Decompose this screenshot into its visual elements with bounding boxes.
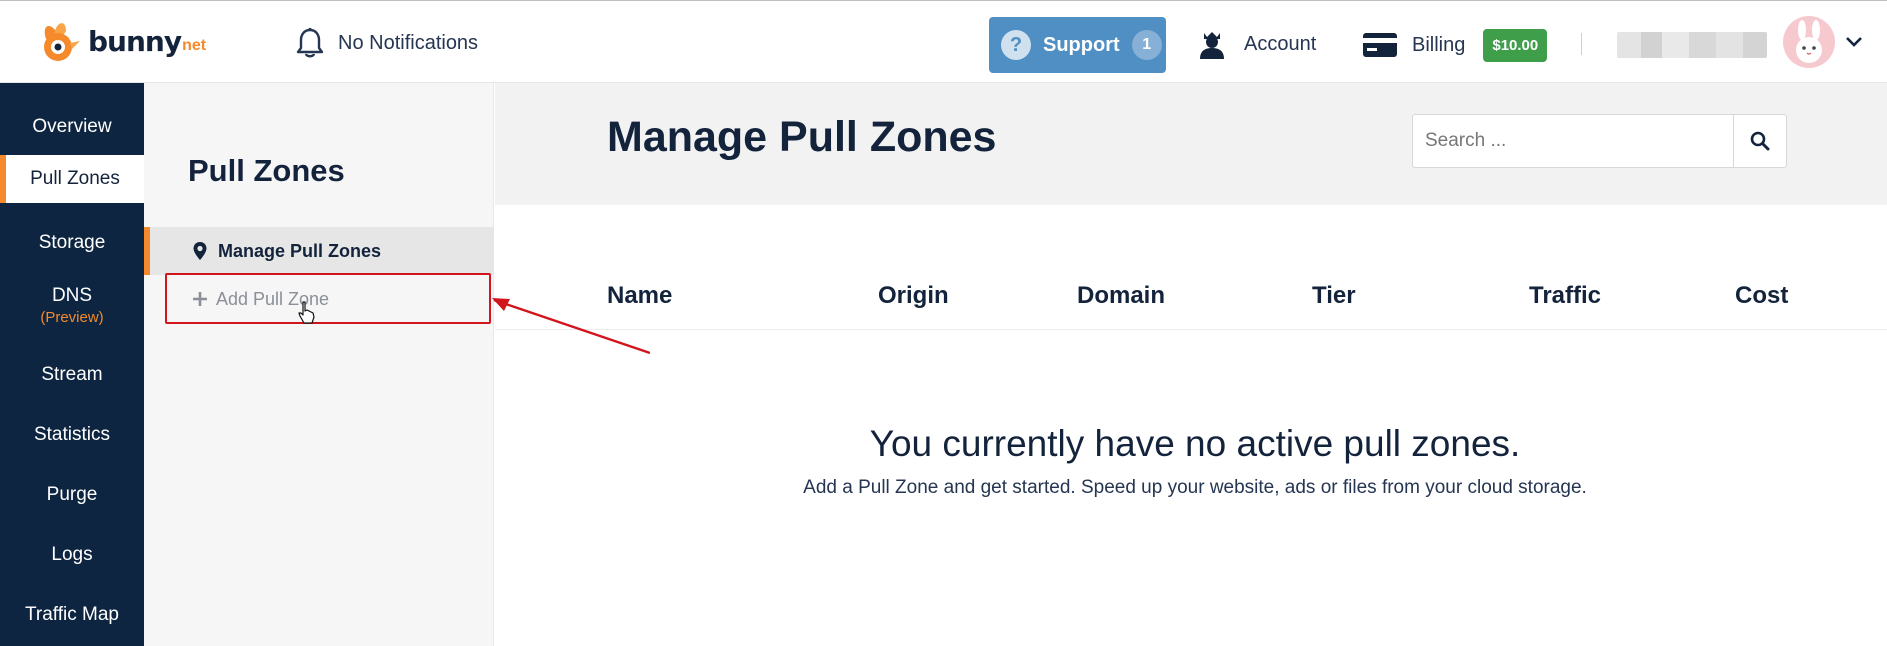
nav-item-dns[interactable]: DNS (Preview) <box>0 286 144 332</box>
search-button[interactable] <box>1733 115 1786 167</box>
support-button[interactable]: ? Support 1 <box>989 17 1166 73</box>
column-header-traffic[interactable]: Traffic <box>1529 282 1601 310</box>
topbar-divider <box>1581 33 1582 55</box>
empty-state-subtitle: Add a Pull Zone and get started. Speed u… <box>803 477 1587 498</box>
user-icon <box>1200 32 1224 59</box>
chevron-down-icon[interactable] <box>1844 35 1864 49</box>
hand-cursor-icon <box>298 301 315 324</box>
support-label: Support <box>1043 33 1120 56</box>
nav-item-stream[interactable]: Stream <box>0 355 144 395</box>
annotation-arrow <box>492 298 650 355</box>
subnav-item-manage-pull-zones[interactable]: Manage Pull Zones <box>144 227 494 275</box>
account-label: Account <box>1244 32 1317 55</box>
logo-text: bunny <box>88 24 182 58</box>
pull-zones-table-header: Name Origin Domain Tier Traffic Cost <box>495 270 1887 330</box>
nav-item-overview[interactable]: Overview <box>0 107 144 147</box>
logo-tld: net <box>182 37 207 54</box>
nav-item-statistics[interactable]: Statistics <box>0 415 144 455</box>
billing-balance-badge: $10.00 <box>1483 28 1548 62</box>
annotation-highlight-box <box>165 273 491 324</box>
main-header: Manage Pull Zones <box>495 83 1887 205</box>
subnav-item-label: Manage Pull Zones <box>218 240 382 261</box>
search-box <box>1412 114 1787 168</box>
search-icon <box>1750 131 1770 151</box>
notifications-label: No Notifications <box>338 31 479 54</box>
account-button[interactable]: Account <box>1198 25 1316 63</box>
bell-icon <box>296 27 324 58</box>
notifications-button[interactable]: No Notifications <box>296 25 478 61</box>
nav-item-storage[interactable]: Storage <box>0 223 144 263</box>
username-redacted[interactable] <box>1617 32 1767 58</box>
empty-state-title: You currently have no active pull zones. <box>869 423 1521 464</box>
nav-item-dns-label: DNS <box>51 285 93 306</box>
credit-card-icon <box>1363 33 1397 57</box>
main-sidebar: Overview Pull Zones Storage DNS (Preview… <box>0 83 144 646</box>
avatar[interactable] <box>1783 16 1835 68</box>
bunny-avatar-icon <box>1796 20 1822 63</box>
nav-item-dns-preview: (Preview) <box>40 309 104 326</box>
column-header-cost[interactable]: Cost <box>1735 282 1788 310</box>
pull-zones-sidebar: Pull Zones Manage Pull Zones Add Pull Zo… <box>144 83 494 646</box>
billing-label: Billing <box>1412 33 1466 56</box>
nav-item-traffic-map[interactable]: Traffic Map <box>0 595 144 635</box>
page-title: Manage Pull Zones <box>607 113 997 161</box>
bunny-logo[interactable]: bunny net <box>36 15 206 67</box>
subnav-title: Pull Zones <box>188 153 345 188</box>
column-header-origin[interactable]: Origin <box>878 282 949 310</box>
nav-item-pull-zones[interactable]: Pull Zones <box>0 155 144 203</box>
map-marker-icon <box>193 242 207 260</box>
column-header-tier[interactable]: Tier <box>1312 282 1356 310</box>
bunny-logo-icon <box>44 23 80 61</box>
billing-button[interactable]: Billing $10.00 <box>1362 25 1548 65</box>
support-count-badge: 1 <box>1131 30 1162 60</box>
search-input[interactable] <box>1413 115 1733 167</box>
column-header-domain[interactable]: Domain <box>1077 282 1165 310</box>
top-bar: bunny net No Notifications ? Support 1 A… <box>0 0 1887 83</box>
nav-item-logs[interactable]: Logs <box>0 535 144 575</box>
nav-item-purge[interactable]: Purge <box>0 475 144 515</box>
question-circle-icon: ? <box>1001 30 1031 60</box>
